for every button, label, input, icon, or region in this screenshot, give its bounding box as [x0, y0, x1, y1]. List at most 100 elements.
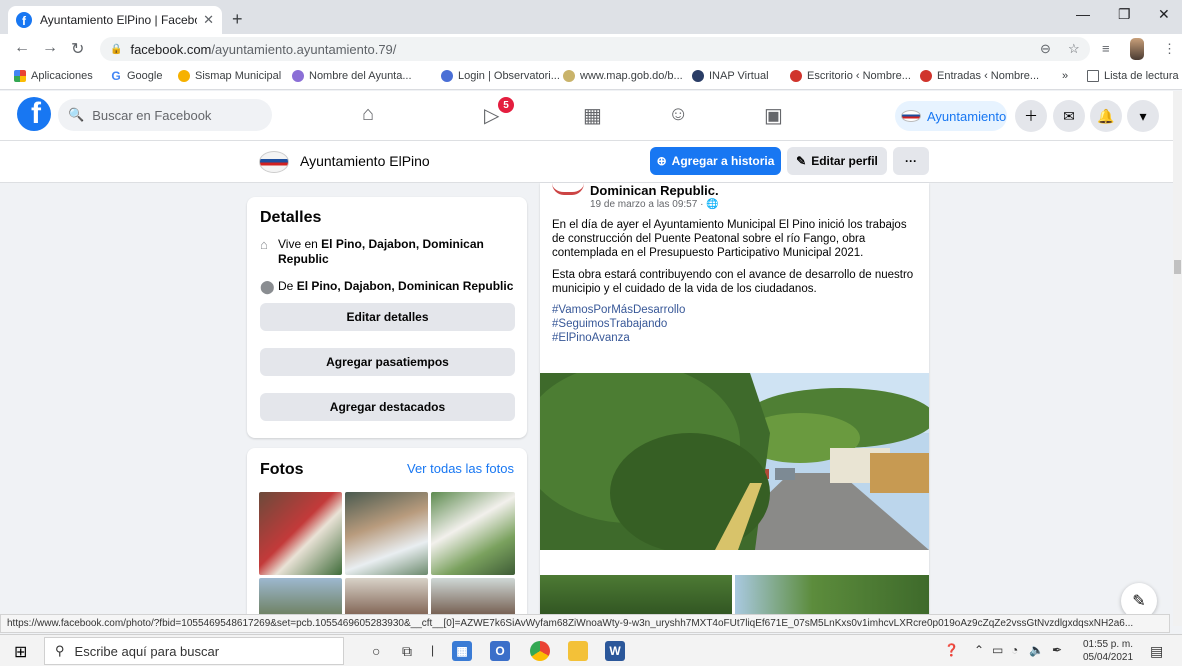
bookmark-sismap[interactable]: Sismap Municipal: [178, 70, 281, 82]
chrome-app-icon[interactable]: [530, 641, 550, 661]
bookmark-escritorio[interactable]: Escritorio ‹ Nombre...: [790, 70, 911, 82]
house-icon: ⌂: [260, 237, 268, 252]
wp-site-icon: [920, 70, 932, 82]
post-date-text: 19 de marzo a las 09:57 ·: [590, 199, 704, 210]
profile-avatar[interactable]: [1130, 38, 1144, 60]
bookmark-apps[interactable]: Aplicaciones: [14, 70, 93, 82]
facebook-search-input[interactable]: 🔍 Buscar en Facebook: [58, 99, 272, 131]
word-app-icon[interactable]: W: [605, 641, 625, 661]
reload-icon[interactable]: ↻: [71, 39, 84, 59]
bookmark-observatorio[interactable]: Login | Observatori...: [441, 70, 560, 82]
bookmark-ayuntamiento[interactable]: Nombre del Ayunta...: [292, 70, 412, 82]
pen-icon[interactable]: ✒: [1052, 643, 1062, 657]
hashtag-link[interactable]: #SeguimosTrabajando: [552, 318, 667, 330]
action-center-icon[interactable]: ▤: [1150, 643, 1163, 660]
lives-in-row: ⌂ Vive en El Pino, Dajabon, Dominican Re…: [260, 237, 515, 267]
browser-tab[interactable]: f Ayuntamiento ElPino | Facebook ✕: [8, 6, 222, 34]
post-date[interactable]: 19 de marzo a las 09:57 · 🌐: [590, 199, 719, 210]
post-paragraph: En el día de ayer el Ayuntamiento Munici…: [552, 219, 907, 259]
shield-icon: [292, 70, 304, 82]
taskbar-search-input[interactable]: ⚲ Escribe aquí para buscar: [44, 637, 344, 665]
search-icon: ⚲: [55, 643, 65, 658]
see-all-photos-link[interactable]: Ver todas las fotos: [407, 461, 514, 476]
cortana-icon[interactable]: ○: [372, 643, 380, 659]
back-icon[interactable]: ←: [14, 39, 30, 57]
photo-thumbnail[interactable]: [431, 578, 515, 618]
photo-thumbnail[interactable]: [345, 578, 428, 618]
account-menu-chevron-icon[interactable]: ▾: [1127, 100, 1159, 132]
close-tab-icon[interactable]: ✕: [203, 12, 214, 28]
bookmark-inap[interactable]: INAP Virtual: [692, 70, 769, 82]
post-author-tail[interactable]: Dominican Republic.: [590, 183, 719, 198]
new-tab-button[interactable]: +: [232, 9, 243, 30]
watch-video-icon[interactable]: ▷: [484, 103, 499, 128]
photo-thumbnail[interactable]: [431, 492, 515, 575]
create-button[interactable]: ＋: [1015, 100, 1047, 132]
battery-icon[interactable]: ▭: [992, 643, 1003, 657]
edit-details-button[interactable]: Editar detalles: [260, 303, 515, 331]
add-story-button[interactable]: ⊕ Agregar a historia: [650, 147, 781, 175]
plus-circle-icon: ⊕: [656, 154, 667, 168]
inap-icon: [692, 70, 704, 82]
wifi-icon[interactable]: ◔: [1011, 643, 1018, 657]
post-photo-construction[interactable]: [540, 373, 929, 550]
add-hobbies-button[interactable]: Agregar pasatiempos: [260, 348, 515, 376]
groups-icon[interactable]: ☺: [668, 103, 688, 126]
system-clock[interactable]: 01:55 p. m. 05/04/2021: [1083, 638, 1133, 664]
lock-icon: 🔒: [110, 43, 123, 55]
bookmark-label: Escritorio ‹ Nombre...: [807, 70, 911, 82]
reading-list-icon[interactable]: ≡: [1102, 41, 1110, 56]
post-photo[interactable]: [735, 575, 929, 618]
bookmark-map[interactable]: www.map.gob.do/b...: [563, 70, 683, 82]
marketplace-icon[interactable]: ▦: [583, 103, 602, 128]
messenger-icon[interactable]: ✉: [1053, 100, 1085, 132]
help-icon[interactable]: ❓: [944, 643, 959, 657]
edit-profile-label: Editar perfil: [811, 154, 878, 168]
gaming-icon[interactable]: ▣: [764, 103, 783, 128]
minimize-icon[interactable]: —: [1076, 6, 1090, 22]
user-profile-pill[interactable]: Ayuntamiento: [895, 101, 1007, 131]
calculator-app-icon[interactable]: ▦: [452, 641, 472, 661]
search-globe-icon: [441, 70, 453, 82]
restore-icon[interactable]: ❐: [1118, 6, 1131, 23]
chevron-up-icon[interactable]: ⌃: [974, 643, 984, 657]
menu-kebab-icon[interactable]: ⋮: [1163, 41, 1176, 57]
add-featured-button[interactable]: Agregar destacados: [260, 393, 515, 421]
reading-list-label: Lista de lectura: [1104, 70, 1179, 82]
post-photo[interactable]: [540, 575, 732, 618]
windows-start-icon[interactable]: ⊞: [14, 642, 27, 662]
facebook-logo-icon[interactable]: f: [17, 97, 51, 131]
notifications-bell-icon[interactable]: 🔔: [1090, 100, 1122, 132]
more-bookmarks-button[interactable]: »: [1062, 70, 1068, 82]
close-window-icon[interactable]: ✕: [1158, 6, 1170, 23]
hashtag-link[interactable]: #ElPinoAvanza: [552, 332, 630, 344]
outlook-app-icon[interactable]: O: [490, 641, 510, 661]
bookmark-google[interactable]: G Google: [110, 69, 162, 83]
task-view-icon[interactable]: ⧉: [402, 643, 412, 660]
bookmark-label: Nombre del Ayunta...: [309, 70, 412, 82]
photos-title: Fotos: [260, 461, 304, 478]
volume-icon[interactable]: 🔈: [1029, 643, 1044, 657]
home-icon[interactable]: ⌂: [362, 103, 374, 126]
scrollbar-thumb[interactable]: [1174, 260, 1181, 274]
avatar[interactable]: [259, 151, 289, 173]
photo-thumbnail[interactable]: [259, 578, 342, 618]
photo-thumbnail[interactable]: [345, 492, 428, 575]
more-options-button[interactable]: ···: [893, 147, 929, 175]
photo-thumbnail[interactable]: [259, 492, 342, 575]
edit-profile-button[interactable]: ✎ Editar perfil: [787, 147, 887, 175]
address-bar[interactable]: 🔒 facebook.com/ayuntamiento.ayuntamiento…: [100, 37, 1090, 61]
file-explorer-icon[interactable]: [568, 641, 588, 661]
bookmark-star-icon[interactable]: ☆: [1068, 41, 1080, 57]
zoom-icon[interactable]: ⊖: [1040, 41, 1051, 57]
bookmark-label: Entradas ‹ Nombre...: [937, 70, 1040, 82]
hashtag-link[interactable]: #VamosPorMásDesarrollo: [552, 304, 685, 316]
forward-icon[interactable]: →: [42, 39, 58, 57]
profile-name[interactable]: Ayuntamiento ElPino: [300, 153, 430, 169]
reading-list-button[interactable]: Lista de lectura: [1087, 70, 1179, 82]
from-prefix: De: [278, 279, 297, 293]
from-place-link[interactable]: El Pino, Dajabon, Dominican Republic: [297, 279, 514, 293]
vertical-scrollbar[interactable]: [1173, 91, 1182, 626]
facebook-top-nav: f 🔍 Buscar en Facebook ⌂ ▷ 5 ▦ ☺ ▣ Ayunta…: [0, 91, 1173, 141]
bookmark-entradas[interactable]: Entradas ‹ Nombre...: [920, 70, 1039, 82]
